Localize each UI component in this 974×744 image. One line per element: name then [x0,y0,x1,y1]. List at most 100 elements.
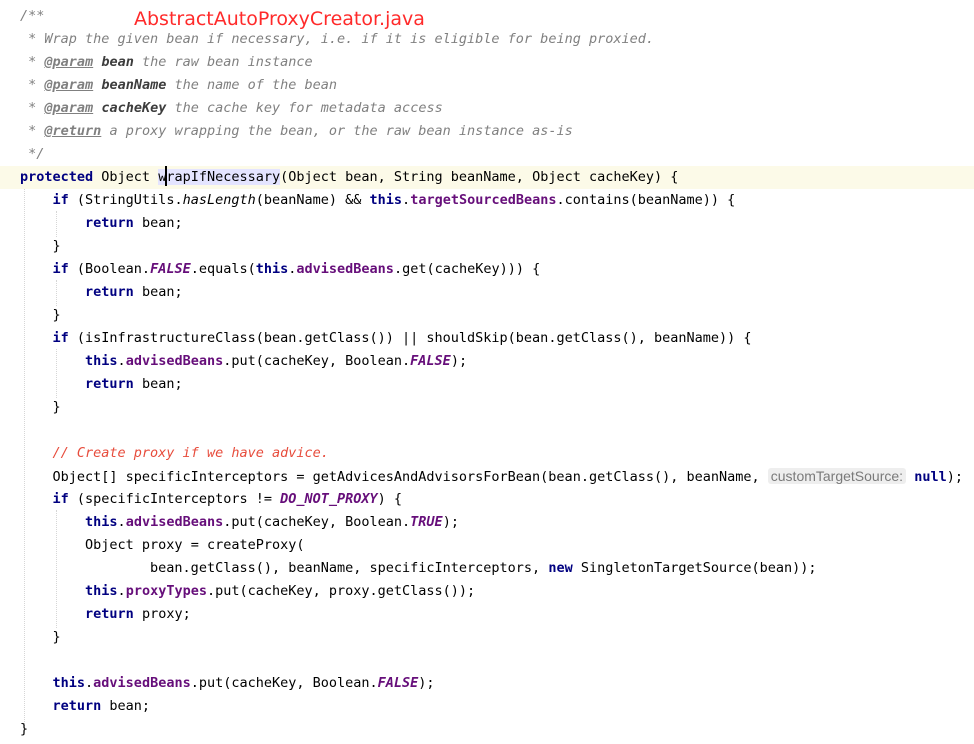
doc-comment-token: * [28,123,45,139]
code-token: (specificInterceptors != [68,491,281,507]
doc-comment-token: a proxy wrapping the bean, or the raw be… [101,123,573,139]
code-line[interactable]: if (specificInterceptors != DO_NOT_PROXY… [0,488,974,511]
code-line[interactable]: this.proxyTypes.put(cacheKey, proxy.getC… [0,580,974,603]
doc-comment-token: * [28,77,45,93]
code-token: proxy; [133,606,191,622]
keyword-token: protected [20,169,94,185]
keyword-token: return [85,376,134,392]
code-line[interactable]: } [0,304,974,327]
code-token: bean; [133,215,183,231]
code-token: ); [946,469,963,485]
doc-comment-token: @param [44,77,94,93]
constant-token: FALSE [150,261,191,277]
constant-token: FALSE [410,353,451,369]
code-line[interactable]: return bean; [0,695,974,718]
code-token: .contains(beanName)) { [556,192,736,208]
code-token: Object proxy = createProxy( [85,537,305,553]
keyword-token: if [52,261,69,277]
code-line[interactable]: * @return a proxy wrapping the bean, or … [0,120,974,143]
code-line[interactable]: return bean; [0,373,974,396]
code-token: (Boolean. [68,261,151,277]
code-line[interactable]: this.advisedBeans.put(cacheKey, Boolean.… [0,511,974,534]
code-token: } [52,629,61,645]
code-token: hasLength [182,192,256,208]
code-token: ); [442,514,459,530]
doc-comment-token: * Wrap the given bean if necessary, i.e.… [28,31,654,47]
doc-comment-token: bean [101,54,134,70]
code-token: } [20,721,29,737]
keyword-token: this [85,583,118,599]
code-line[interactable]: * @param beanName the name of the bean [0,74,974,97]
line-comment: // Create proxy if we have advice. [52,445,329,461]
code-line[interactable]: return bean; [0,212,974,235]
code-line[interactable]: // Create proxy if we have advice. [0,442,974,465]
code-line[interactable] [0,419,974,442]
code-token: SingletonTargetSource(bean)); [572,560,817,576]
code-line[interactable] [0,649,974,672]
code-token: . [117,353,126,369]
parameter-hint: customTargetSource: [767,468,907,484]
code-line[interactable]: * @param bean the raw bean instance [0,51,974,74]
code-line[interactable]: Object[] specificInterceptors = getAdvic… [0,465,974,488]
keyword-token: return [85,284,134,300]
code-token: (Object bean, String beanName, Object ca… [280,169,679,185]
code-line[interactable]: if (StringUtils.hasLength(beanName) && t… [0,189,974,212]
code-line[interactable]: this.advisedBeans.put(cacheKey, Boolean.… [0,350,974,373]
field-token: advisedBeans [296,261,394,277]
code-line[interactable]: if (isInfrastructureClass(bean.getClass(… [0,327,974,350]
doc-comment-token: * [28,54,45,70]
keyword-token: return [85,215,134,231]
code-token: } [52,399,61,415]
keyword-token: this [255,261,289,277]
code-token: . [117,583,126,599]
code-token: .put(cacheKey, Boolean. [223,353,411,369]
code-line[interactable]: bean.getClass(), beanName, specificInter… [0,557,974,580]
field-token: targetSourcedBeans [410,192,557,208]
code-line[interactable]: Object proxy = createProxy( [0,534,974,557]
doc-comment-token: @return [44,123,102,139]
code-token: ) { [377,491,403,507]
code-line[interactable]: } [0,626,974,649]
code-line[interactable]: } [0,396,974,419]
code-editor[interactable]: /** * Wrap the given bean if necessary, … [0,0,974,744]
code-line[interactable]: * @param cacheKey the cache key for meta… [0,97,974,120]
code-token: . [85,675,94,691]
doc-comment-token: beanName [101,77,167,93]
code-token: } [52,238,61,254]
code-token: Object [93,169,159,185]
text-caret [165,166,167,186]
code-token: Object[] specificInterceptors = getAdvic… [52,469,768,485]
method-name-token: wrapIfNecessary [158,169,281,185]
keyword-token: new [548,560,573,576]
code-line[interactable]: protected Object wrapIfNecessary(Object … [0,166,974,189]
code-line[interactable]: return proxy; [0,603,974,626]
code-line[interactable]: } [0,718,974,741]
keyword-token: this [85,353,118,369]
code-line[interactable]: if (Boolean.FALSE.equals(this.advisedBea… [0,258,974,281]
code-line[interactable]: } [0,235,974,258]
code-token: . [117,514,126,530]
code-line[interactable]: return bean; [0,281,974,304]
doc-comment-token: */ [28,146,45,162]
code-line[interactable]: */ [0,143,974,166]
doc-comment-token: the raw bean instance [133,54,313,70]
code-token: bean; [133,376,183,392]
code-line[interactable]: this.advisedBeans.put(cacheKey, Boolean.… [0,672,974,695]
code-token: (isInfrastructureClass(bean.getClass()) … [68,330,752,346]
code-token: .put(cacheKey, proxy.getClass()); [206,583,476,599]
